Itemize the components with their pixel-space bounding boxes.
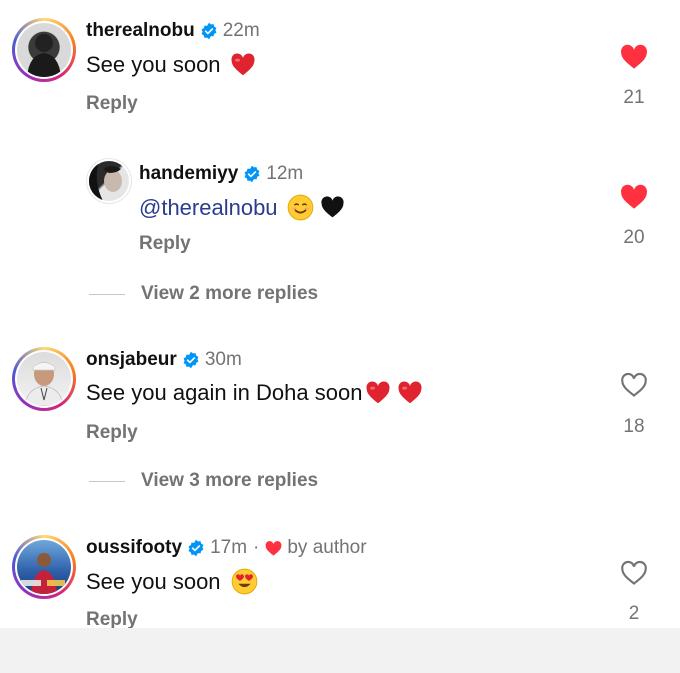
black-heart-emoji-icon: [320, 196, 344, 218]
smiling-face-emoji-icon: [287, 194, 313, 221]
like-count: 20: [623, 227, 645, 248]
reply-button[interactable]: Reply: [86, 93, 138, 115]
like-count: 18: [623, 416, 645, 437]
like-button[interactable]: [619, 372, 649, 398]
view-more-label: View 2 more replies: [141, 283, 319, 304]
heart-outline-icon: [621, 372, 647, 397]
avatar[interactable]: [86, 158, 132, 204]
comment-text: See you again in Doha soon: [86, 380, 363, 405]
avatar[interactable]: [12, 18, 76, 82]
timestamp: 12m: [266, 163, 304, 184]
timestamp: 22m: [222, 20, 260, 41]
avatar[interactable]: [12, 535, 76, 599]
reply-button[interactable]: Reply: [139, 233, 191, 255]
heart-filled-icon: [265, 540, 282, 556]
heart-filled-icon: [621, 44, 647, 69]
separator-dot: ·: [253, 537, 260, 558]
comment-text: See you soon: [86, 568, 221, 594]
comment-text: See you soon: [86, 52, 221, 77]
by-author-label: by author: [287, 537, 367, 558]
verified-badge-icon: [188, 539, 204, 557]
reply-handemiyy: handemiyy 12m @therealnobu Reply 20: [0, 140, 680, 270]
red-heart-emoji-icon: [366, 381, 390, 404]
view-more-replies-button[interactable]: View 2 more replies: [89, 283, 318, 305]
avatar[interactable]: [12, 347, 76, 411]
timestamp: 30m: [204, 349, 242, 370]
comment-therealnobu: therealnobu 22m See you soon Reply 21: [0, 0, 680, 130]
mention-link[interactable]: @therealnobu: [139, 195, 278, 221]
reply-button[interactable]: Reply: [86, 422, 138, 444]
divider-line: [89, 293, 125, 295]
username[interactable]: oussifooty: [86, 537, 182, 559]
heart-filled-icon: [621, 184, 647, 209]
timestamp: 17m: [210, 537, 248, 558]
verified-badge-icon: [244, 165, 260, 183]
red-heart-emoji-icon: [398, 381, 422, 404]
comment-oussifooty: oussifooty 17m · by author See you soon …: [0, 528, 680, 630]
heart-outline-icon: [621, 560, 647, 585]
like-count: 2: [628, 603, 640, 624]
username[interactable]: therealnobu: [86, 20, 195, 42]
divider-line: [89, 480, 125, 482]
username[interactable]: handemiyy: [139, 163, 238, 185]
username[interactable]: onsjabeur: [86, 349, 177, 371]
bottom-bar: [0, 628, 680, 673]
heart-eyes-emoji-icon: [231, 568, 257, 595]
like-button[interactable]: [619, 44, 649, 70]
red-heart-emoji-icon: [231, 53, 255, 76]
view-more-replies-button[interactable]: View 3 more replies: [89, 470, 318, 492]
verified-badge-icon: [183, 351, 199, 369]
like-count: 21: [623, 87, 645, 108]
comment-onsjabeur: onsjabeur 30m See you again in Doha soon…: [0, 340, 680, 450]
verified-badge-icon: [201, 22, 217, 40]
like-button[interactable]: [619, 184, 649, 210]
liked-by-author-badge: by author: [265, 537, 367, 559]
view-more-label: View 3 more replies: [141, 470, 319, 491]
like-button[interactable]: [619, 560, 649, 586]
